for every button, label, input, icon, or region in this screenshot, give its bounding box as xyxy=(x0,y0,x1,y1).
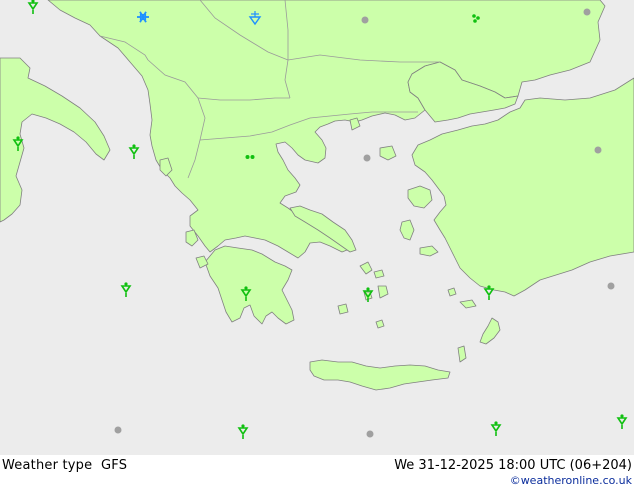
cloudy-icon xyxy=(583,8,591,16)
cloudy-icon xyxy=(594,146,602,154)
product-label: Weather type GFS xyxy=(2,458,128,473)
cloudy-icon xyxy=(363,154,371,162)
valid-datetime: We 31-12-2025 18:00 UTC (06+204) xyxy=(394,458,632,473)
cloudy-icon xyxy=(607,282,615,290)
cloudy-icon xyxy=(366,430,374,438)
cloudy-icon xyxy=(114,426,122,434)
dodecanese-kalymnos xyxy=(447,287,457,297)
weather-map xyxy=(0,0,634,455)
credit-link[interactable]: ©weatheronline.co.uk xyxy=(510,474,632,487)
cyclades-santorini xyxy=(375,319,385,329)
cloudy-icon xyxy=(361,16,369,24)
cyclades-milos xyxy=(337,303,349,315)
